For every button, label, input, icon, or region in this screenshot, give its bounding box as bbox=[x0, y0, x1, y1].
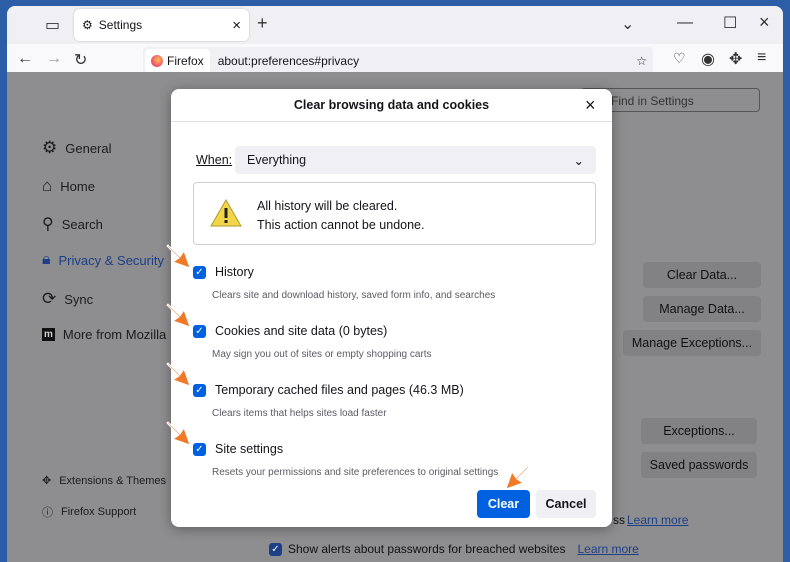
arrow-icon bbox=[166, 421, 191, 446]
arrow-icon bbox=[166, 362, 191, 387]
arrow-icon bbox=[505, 465, 530, 490]
annotation-arrows bbox=[166, 244, 530, 490]
arrow-icon bbox=[166, 244, 191, 269]
arrow-icon bbox=[166, 303, 191, 328]
